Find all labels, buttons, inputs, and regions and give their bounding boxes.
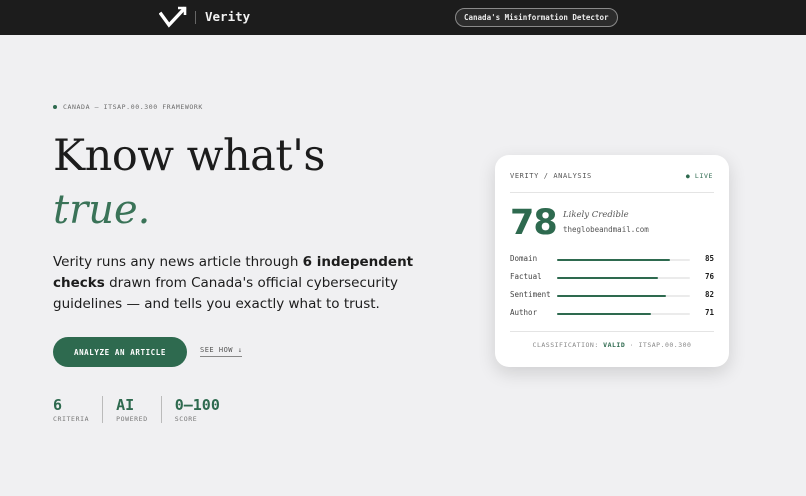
metric-value: 82 [704,290,714,299]
metric-row-domain: Domain 85 [510,254,714,266]
eyebrow-text: CANADA — ITSAP.00.300 FRAMEWORK [63,103,203,111]
classification-prefix: CLASSIFICATION: [532,341,604,349]
metric-bar-fill [557,277,659,279]
metric-row-sentiment: Sentiment 82 [510,290,714,302]
metric-label: Domain [510,254,538,263]
stat-powered: AI POWERED [116,396,162,423]
verdict-label: Likely Credible [563,210,629,220]
see-how-link[interactable]: SEE HOW ↓ [200,346,243,357]
metric-bar-fill [557,313,652,315]
card-title: VERITY / ANALYSIS [510,172,592,180]
logo-divider [195,11,196,24]
metric-value: 85 [704,254,714,263]
card-divider [510,192,714,193]
check-arrow-icon[interactable] [159,6,187,28]
metric-label: Sentiment [510,290,551,299]
stat-score: 0–100 SCORE [175,396,233,423]
classification-line: CLASSIFICATION: VALID · ITSAP.00.300 [495,341,729,349]
description-text: Verity runs any news article through [53,254,303,270]
stat-criteria: 6 CRITERIA [53,396,104,423]
top-navigation-bar: Verity Canada's Misinformation Detector [0,0,806,35]
stat-label: POWERED [116,415,148,423]
analyze-article-button[interactable]: ANALYZE AN ARTICLE [53,337,187,367]
stat-value: 0–100 [174,396,220,414]
stat-label: CRITERIA [53,415,90,423]
stat-value: 6 [53,396,63,414]
headline-emphasis: true. [53,187,151,233]
metric-row-factual: Factual 76 [510,272,714,284]
credibility-score: 78 [510,203,558,243]
tagline-badge: Canada's Misinformation Detector [455,8,618,27]
metric-label: Author [510,308,538,317]
metric-value: 71 [704,308,714,317]
analysis-card: VERITY / ANALYSIS ● LIVE 78 Likely Credi… [495,155,729,367]
metric-row-author: Author 71 [510,308,714,320]
classification-suffix: · ITSAP.00.300 [625,341,692,349]
stat-value: AI [116,396,135,414]
stat-label: SCORE [174,415,198,423]
headline-primary: Know what's [53,131,325,181]
hero-description: Verity runs any news article through 6 i… [53,252,423,315]
dot-icon [53,105,57,109]
eyebrow-label: CANADA — ITSAP.00.300 FRAMEWORK [53,103,203,111]
metric-bar [557,259,690,261]
metric-value: 76 [704,272,714,281]
metric-bar [557,295,690,297]
metric-bar-fill [557,295,667,297]
metric-label: Factual [510,272,542,281]
metric-bar [557,277,690,279]
classification-value: VALID [603,341,626,349]
brand-name[interactable]: Verity [205,9,250,24]
source-domain: theglobeandmail.com [563,225,649,234]
live-indicator: ● LIVE [685,172,713,180]
description-text-cont: drawn from Canada's official cybersecuri… [53,275,399,312]
card-divider [510,331,714,332]
metric-bar [557,313,690,315]
stats-row: 6 CRITERIA AI POWERED 0–100 SCORE [53,396,246,423]
metric-bar-fill [557,259,671,261]
